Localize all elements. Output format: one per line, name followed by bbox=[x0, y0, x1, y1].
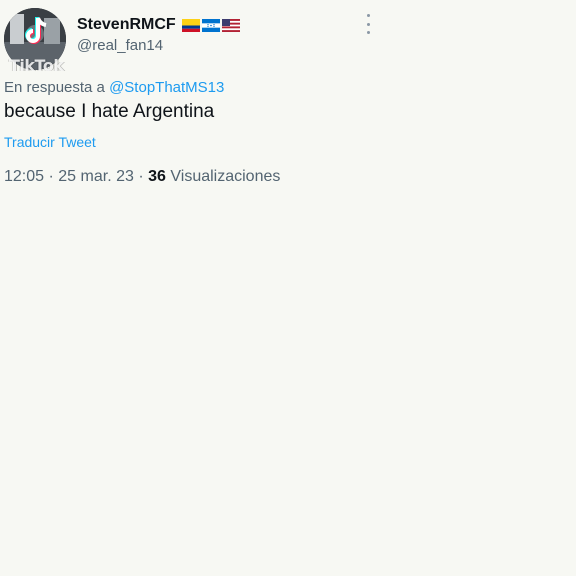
more-options-icon[interactable] bbox=[360, 14, 376, 34]
tweet-text: because I hate Argentina bbox=[4, 101, 215, 122]
tiktok-watermark: TikTok bbox=[9, 56, 64, 75]
tweet-date[interactable]: 25 mar. 23 bbox=[58, 168, 134, 185]
reply-mention-link[interactable]: @StopThatMS13 bbox=[109, 79, 224, 96]
views-count: 36 bbox=[148, 168, 166, 185]
reply-prefix: En respuesta a bbox=[4, 79, 105, 96]
meta-separator: · bbox=[48, 168, 54, 185]
flag-emojis bbox=[181, 18, 240, 32]
honduras-flag-icon bbox=[201, 18, 220, 32]
colombia-flag-icon bbox=[181, 18, 200, 32]
user-name-row: StevenRMCF bbox=[77, 16, 240, 34]
reply-context: En respuesta a @StopThatMS13 bbox=[4, 79, 224, 96]
user-handle[interactable]: @real_fan14 bbox=[77, 37, 163, 54]
meta-separator: · bbox=[138, 168, 144, 185]
views-label[interactable]: Visualizaciones bbox=[170, 168, 280, 185]
tweet-time[interactable]: 12:05 bbox=[4, 168, 44, 185]
tweet-meta: 12:05 · 25 mar. 23 · 36 Visualizaciones bbox=[4, 168, 280, 186]
tweet-card: TikTok StevenRMCF @real_fan14 En respues… bbox=[0, 0, 576, 576]
usa-flag-icon bbox=[221, 18, 240, 32]
translate-tweet-link[interactable]: Traducir Tweet bbox=[4, 134, 96, 150]
display-name[interactable]: StevenRMCF bbox=[77, 16, 176, 34]
